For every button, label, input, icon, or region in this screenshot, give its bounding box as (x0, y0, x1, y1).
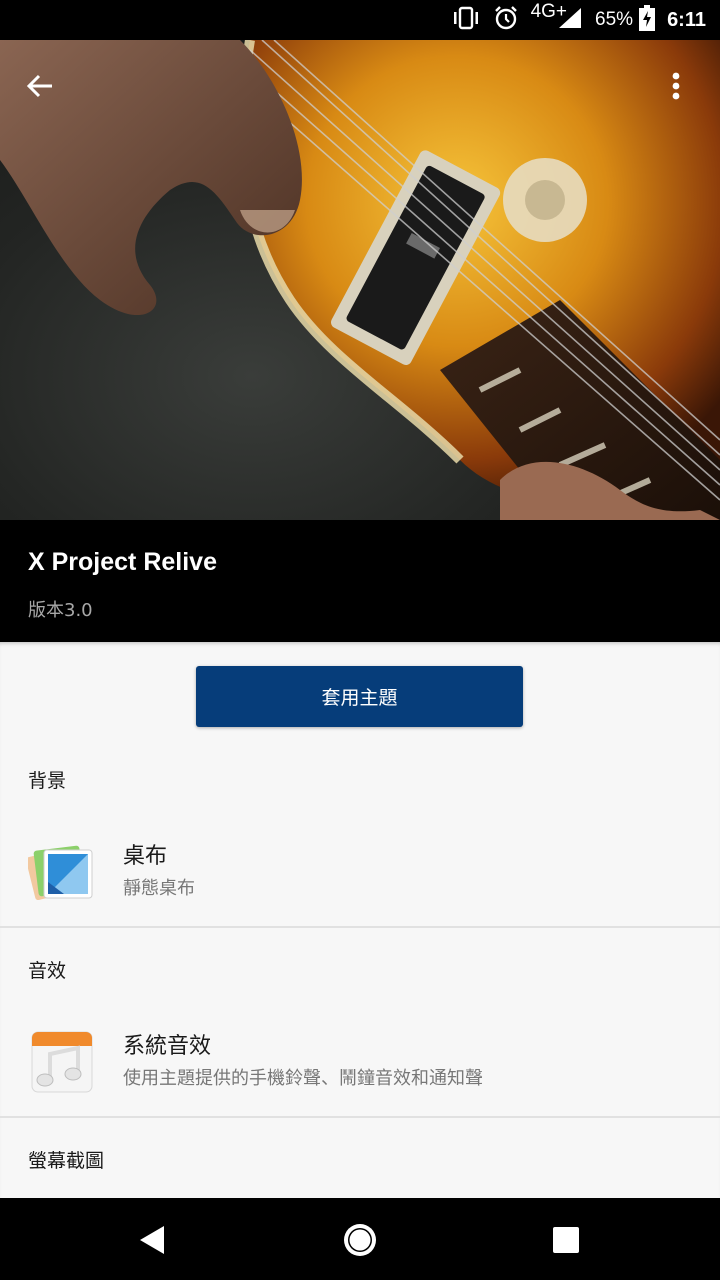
nav-recents-icon (553, 1227, 579, 1253)
section-header-sound: 音效 (28, 960, 67, 982)
guitar-illustration (0, 40, 720, 520)
theme-title: X Project Relive (28, 548, 217, 576)
theme-header: X Project Relive 版本3.0 (0, 520, 720, 642)
clock: 6:11 (667, 8, 706, 31)
divider (0, 1116, 720, 1118)
more-options-button[interactable] (670, 70, 702, 110)
arrow-back-icon (26, 74, 52, 98)
wallpaper-title: 桌布 (123, 844, 168, 869)
system-sounds-title: 系統音效 (123, 1034, 212, 1059)
vibrate-icon (451, 6, 481, 34)
battery-percent: 65% (595, 9, 634, 30)
nav-home-button[interactable] (338, 1218, 382, 1262)
system-sounds-item[interactable]: 系統音效 使用主題提供的手機鈴聲、鬧鐘音效和通知聲 (0, 1020, 720, 1120)
alarm-icon (493, 5, 519, 35)
network-type: 4G+ (530, 1, 568, 22)
nav-back-button[interactable] (130, 1218, 174, 1262)
more-vert-icon (672, 72, 680, 100)
section-header-screenshots: 螢幕截圖 (28, 1150, 105, 1172)
theme-preview-image (0, 40, 720, 520)
back-button[interactable] (24, 70, 72, 110)
status-bar: 4G+ 65% 6:11 (0, 0, 720, 40)
apply-theme-button[interactable]: 套用主題 (196, 666, 523, 727)
music-note-icon (28, 1028, 96, 1096)
theme-details: 套用主題 背景 桌布 靜態桌布 音效 系統音效 使用主題提供的手機鈴聲、鬧鐘音效… (0, 642, 720, 1198)
wallpaper-subtitle: 靜態桌布 (123, 878, 195, 899)
section-header-background: 背景 (28, 770, 67, 792)
nav-recents-button[interactable] (544, 1218, 588, 1262)
divider (0, 926, 720, 928)
nav-home-icon (344, 1224, 376, 1256)
theme-version: 版本3.0 (28, 600, 93, 621)
wallpaper-item[interactable]: 桌布 靜態桌布 (0, 830, 720, 930)
navigation-bar (0, 1198, 720, 1280)
battery-charging-icon (639, 5, 656, 35)
system-sounds-subtitle: 使用主題提供的手機鈴聲、鬧鐘音效和通知聲 (123, 1068, 483, 1089)
nav-back-icon (140, 1226, 164, 1254)
wallpaper-icon (25, 838, 96, 906)
